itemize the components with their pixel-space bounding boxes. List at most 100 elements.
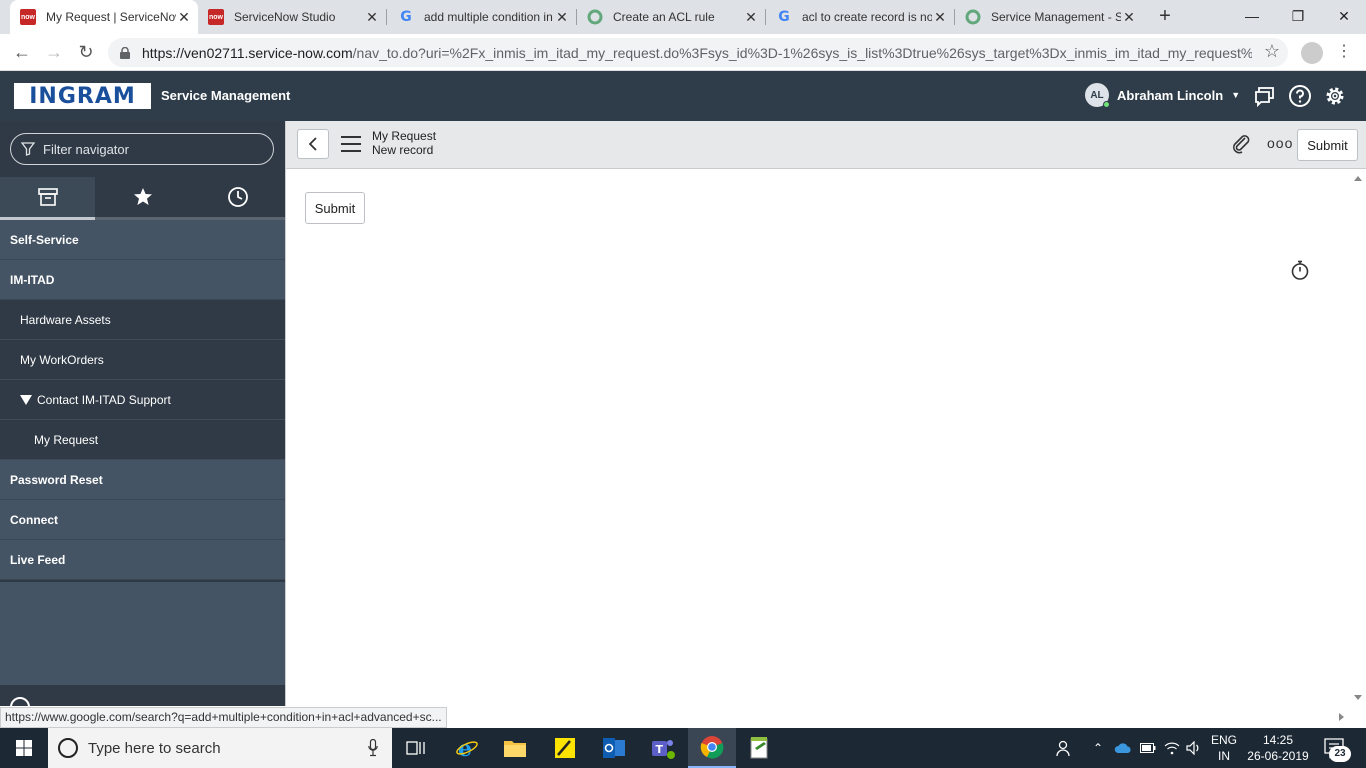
triangle-down-icon	[20, 395, 32, 405]
back-arrow-icon[interactable]: ←	[10, 40, 34, 64]
nav-app-live-feed[interactable]: Live Feed	[0, 540, 285, 580]
close-icon[interactable]: ✕	[932, 9, 948, 26]
online-status-dot	[1103, 101, 1110, 108]
close-icon[interactable]: ✕	[176, 9, 192, 26]
cortana-search-icon	[58, 738, 78, 758]
windows-start-button[interactable]	[0, 728, 48, 768]
nav-item-label: Contact IM-ITAD Support	[37, 393, 171, 407]
vertical-scrollbar[interactable]	[1350, 170, 1366, 706]
help-icon[interactable]	[1288, 84, 1312, 108]
nav-item-label: Connect	[10, 513, 58, 527]
back-button[interactable]	[297, 129, 329, 159]
nav-app-password-reset[interactable]: Password Reset	[0, 460, 285, 500]
nav-app-im-itad[interactable]: IM-ITAD	[0, 260, 285, 300]
wifi-icon[interactable]	[1162, 728, 1182, 768]
language-indicator[interactable]: ENG IN	[1208, 732, 1240, 764]
close-icon[interactable]: ✕	[1121, 9, 1137, 26]
connect-chat-icon[interactable]	[1253, 84, 1277, 108]
tab-all-applications[interactable]	[0, 177, 95, 220]
avatar: AL	[1085, 83, 1110, 108]
archive-box-icon	[37, 188, 58, 206]
tab-title: Service Management - ServiceNow	[991, 10, 1121, 24]
windows-logo-icon	[16, 740, 32, 756]
header-submit-button[interactable]: Submit	[1297, 129, 1358, 161]
nav-separator-contact-support[interactable]: Contact IM-ITAD Support	[0, 380, 285, 420]
form-submit-button[interactable]: Submit	[305, 192, 365, 224]
tab-google-search-1[interactable]: G add multiple condition in acl ✕	[388, 0, 576, 34]
company-logo[interactable]: INGRAM	[14, 83, 151, 109]
microphone-icon[interactable]	[368, 739, 378, 757]
nav-module-my-request[interactable]: My Request	[0, 420, 285, 460]
taskbar-search-input[interactable]: Type here to search	[48, 728, 392, 768]
minimize-button[interactable]: —	[1229, 0, 1275, 32]
nav-app-connect[interactable]: Connect	[0, 500, 285, 540]
stopwatch-icon[interactable]	[1289, 259, 1311, 281]
address-bar[interactable]: https://ven02711.service-now.com/nav_to.…	[108, 38, 1288, 67]
sticky-notes-icon[interactable]	[541, 728, 589, 768]
filter-funnel-icon	[21, 142, 35, 156]
outlook-icon[interactable]	[590, 728, 638, 768]
nav-item-label: Live Feed	[10, 553, 66, 567]
nav-item-label: My WorkOrders	[20, 353, 104, 367]
scroll-up-arrow-icon[interactable]	[1354, 176, 1362, 181]
navigator-list: Self-Service IM-ITAD Hardware Assets My …	[0, 220, 285, 580]
filter-navigator-input[interactable]: Filter navigator	[10, 133, 274, 165]
gear-icon[interactable]	[1323, 84, 1347, 108]
reload-icon[interactable]: ↻	[74, 40, 98, 64]
file-explorer-icon[interactable]	[491, 728, 539, 768]
close-icon[interactable]: ✕	[743, 9, 759, 26]
internet-explorer-icon[interactable]: e	[443, 728, 491, 768]
profile-icon[interactable]	[1301, 42, 1323, 64]
user-menu[interactable]: AL Abraham Lincoln ▼	[1085, 83, 1241, 108]
system-clock[interactable]: 14:25 26-06-2019	[1244, 732, 1312, 764]
form-table-name: My Request	[372, 129, 437, 143]
tab-servicenow-studio[interactable]: now ServiceNow Studio ✕	[198, 0, 386, 34]
nav-item-label: Self-Service	[10, 233, 79, 247]
chevron-up-icon[interactable]: ⌃	[1090, 728, 1106, 768]
tab-google-search-2[interactable]: G acl to create record is not working ✕	[766, 0, 954, 34]
tab-favorites[interactable]	[95, 177, 190, 220]
tab-history[interactable]	[190, 177, 285, 220]
scroll-down-arrow-icon[interactable]	[1354, 695, 1362, 700]
chevron-left-icon	[308, 137, 317, 151]
tab-title: ServiceNow Studio	[234, 10, 336, 24]
more-options-icon[interactable]: ooo	[1267, 135, 1293, 151]
window-close-button[interactable]: ✕	[1321, 0, 1366, 32]
hamburger-menu-icon[interactable]	[341, 136, 361, 152]
notepad-plus-icon[interactable]	[736, 728, 784, 768]
horizontal-scrollbar[interactable]	[453, 707, 1366, 728]
battery-icon[interactable]	[1138, 728, 1158, 768]
servicenow-now-icon: now	[208, 9, 224, 25]
onedrive-cloud-icon[interactable]	[1113, 728, 1133, 768]
browser-toolbar: ← → ↻ https://ven02711.service-now.com/n…	[0, 34, 1366, 71]
nav-module-hardware-assets[interactable]: Hardware Assets	[0, 300, 285, 340]
app-title: Service Management	[161, 88, 291, 103]
tab-create-acl-rule[interactable]: Create an ACL rule ✕	[577, 0, 765, 34]
caret-down-icon: ▼	[1231, 90, 1241, 100]
task-view-icon[interactable]	[392, 728, 440, 768]
close-icon[interactable]: ✕	[554, 9, 570, 26]
tab-service-management[interactable]: Service Management - ServiceNow ✕	[955, 0, 1143, 34]
clock-date: 26-06-2019	[1247, 749, 1309, 763]
paperclip-icon[interactable]	[1230, 133, 1252, 155]
people-icon[interactable]	[1053, 728, 1075, 768]
volume-icon[interactable]	[1184, 728, 1204, 768]
browser-menu-icon[interactable]: ⋮	[1336, 41, 1352, 61]
nav-module-my-workorders[interactable]: My WorkOrders	[0, 340, 285, 380]
url-text: https://ven02711.service-now.com/nav_to.…	[142, 45, 1252, 61]
new-tab-button[interactable]: +	[1155, 6, 1175, 26]
tab-my-request[interactable]: now My Request | ServiceNow ✕	[10, 0, 198, 34]
bookmark-star-icon[interactable]: ☆	[1264, 41, 1280, 62]
scroll-right-arrow-icon[interactable]	[1339, 713, 1344, 721]
restore-button[interactable]: ❐	[1275, 0, 1321, 32]
nav-app-self-service[interactable]: Self-Service	[0, 220, 285, 260]
servicenow-circle-icon	[965, 9, 981, 25]
form-title: My Request New record	[372, 129, 436, 157]
url-host: https://ven02711.service-now.com	[142, 44, 353, 61]
clock-icon	[227, 187, 248, 207]
close-icon[interactable]: ✕	[364, 9, 380, 26]
forward-arrow-icon[interactable]: →	[42, 40, 66, 64]
chrome-icon[interactable]	[688, 728, 736, 768]
filter-placeholder: Filter navigator	[43, 141, 129, 157]
teams-icon[interactable]: T	[639, 728, 687, 768]
